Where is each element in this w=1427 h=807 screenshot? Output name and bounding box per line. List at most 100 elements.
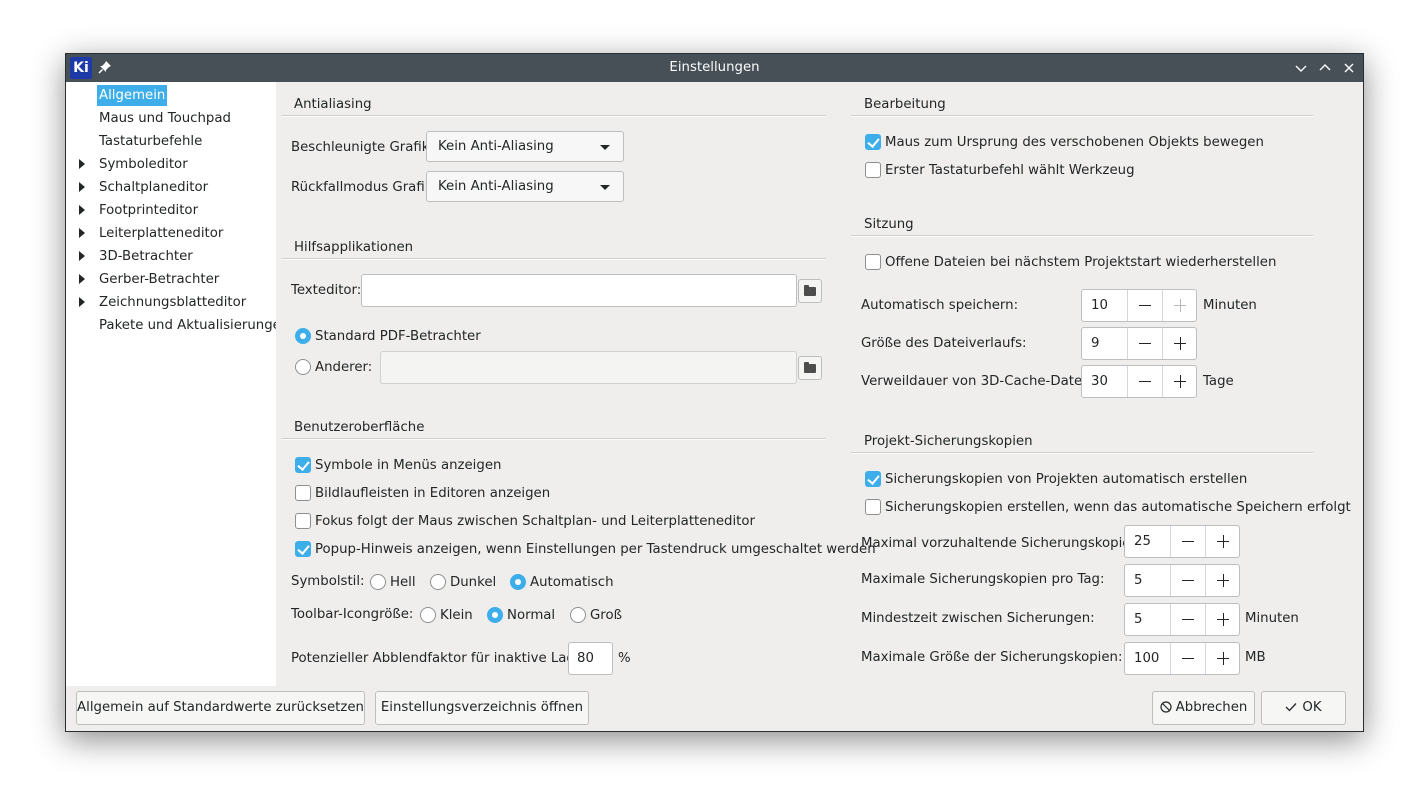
title-bar[interactable]: Ki Einstellungen xyxy=(66,54,1363,82)
tree-item-gerber-betrachter[interactable]: Gerber-Betrachter xyxy=(99,269,219,290)
expand-arrow-icon[interactable] xyxy=(79,228,85,238)
plus-icon[interactable] xyxy=(1205,526,1240,557)
max-backup-size-spinner[interactable]: 100 xyxy=(1124,642,1240,675)
session-section-title: Sitzung xyxy=(864,217,914,232)
icon-theme-light-radio[interactable] xyxy=(370,574,386,590)
max-backup-size-unit: MB xyxy=(1245,650,1266,665)
tree-item-schaltplaneditor[interactable]: Schaltplaneditor xyxy=(99,177,208,198)
plus-icon[interactable] xyxy=(1205,643,1240,674)
cancel-icon xyxy=(1160,701,1172,713)
minus-icon[interactable] xyxy=(1127,366,1162,397)
open-settings-dir-button[interactable]: Einstellungsverzeichnis öffnen xyxy=(375,691,589,725)
icon-theme-auto-radio[interactable] xyxy=(510,574,526,590)
tree-item-allgemein[interactable]: Allgemein xyxy=(97,85,168,106)
show-scrollbars-checkbox[interactable] xyxy=(295,485,311,501)
cancel-button[interactable]: Abbrechen xyxy=(1152,691,1255,725)
tree-item-maus-und-touchpad[interactable]: Maus und Touchpad xyxy=(99,108,231,129)
expand-arrow-icon[interactable] xyxy=(79,182,85,192)
tree-item-footprinteditor[interactable]: Footprinteditor xyxy=(99,200,198,221)
section-divider xyxy=(851,115,1313,117)
expand-arrow-icon[interactable] xyxy=(79,297,85,307)
icon-theme-light-label[interactable]: Hell xyxy=(390,575,416,590)
minus-icon[interactable] xyxy=(1170,526,1205,557)
plus-icon[interactable] xyxy=(1162,328,1197,359)
tree-item-leiterplatteneditor[interactable]: Leiterplatteneditor xyxy=(99,223,223,244)
chevron-down-icon xyxy=(600,185,610,190)
browse-pdf-viewer-button[interactable] xyxy=(798,356,822,380)
toolbar-size-small-label[interactable]: Klein xyxy=(440,608,473,623)
autosave-spinner[interactable]: 10 xyxy=(1081,289,1197,322)
max-backups-value: 25 xyxy=(1134,534,1151,549)
show-menu-icons-label[interactable]: Symbole in Menüs anzeigen xyxy=(315,458,501,473)
minus-icon[interactable] xyxy=(1170,643,1205,674)
pdf-default-label[interactable]: Standard PDF-Betrachter xyxy=(315,329,481,344)
auto-backup-label[interactable]: Sicherungskopien von Projekten automatis… xyxy=(885,472,1247,487)
expand-arrow-icon[interactable] xyxy=(79,274,85,284)
hotkey-feedback-label[interactable]: Popup-Hinweis anzeigen, wenn Einstellung… xyxy=(315,542,876,557)
toolbar-size-large-radio[interactable] xyxy=(570,607,586,623)
accelerated-graphics-value: Kein Anti-Aliasing xyxy=(438,139,554,154)
focus-follows-mouse-checkbox[interactable] xyxy=(295,513,311,529)
backups-per-day-spinner[interactable]: 5 xyxy=(1124,564,1240,597)
dimming-factor-input[interactable]: 80 xyxy=(568,642,613,675)
3d-cache-spinner[interactable]: 30 xyxy=(1081,365,1197,398)
show-scrollbars-label[interactable]: Bildlaufleisten in Editoren anzeigen xyxy=(315,486,550,501)
toolbar-size-normal-label[interactable]: Normal xyxy=(507,608,555,623)
chevron-down-icon xyxy=(600,145,610,150)
warp-mouse-label[interactable]: Maus zum Ursprung des verschobenen Objek… xyxy=(885,135,1264,150)
first-hotkey-checkbox[interactable] xyxy=(865,162,881,178)
tree-item-3d-betrachter[interactable]: 3D-Betrachter xyxy=(99,246,193,267)
plus-icon[interactable] xyxy=(1162,366,1197,397)
pdf-other-label[interactable]: Anderer: xyxy=(315,360,372,375)
backup-on-autosave-label[interactable]: Sicherungskopien erstellen, wenn das aut… xyxy=(885,500,1351,515)
folder-icon xyxy=(804,285,816,296)
expand-arrow-icon[interactable] xyxy=(79,205,85,215)
text-editor-input[interactable] xyxy=(361,274,797,307)
warp-mouse-checkbox[interactable] xyxy=(865,134,881,150)
reopen-files-label[interactable]: Offene Dateien bei nächstem Projektstart… xyxy=(885,255,1276,270)
expand-arrow-icon[interactable] xyxy=(79,251,85,261)
section-divider xyxy=(851,452,1313,454)
icon-theme-dark-label[interactable]: Dunkel xyxy=(450,575,496,590)
maximize-icon[interactable] xyxy=(1317,60,1333,76)
icon-theme-auto-label[interactable]: Automatisch xyxy=(530,575,614,590)
show-menu-icons-checkbox[interactable] xyxy=(295,457,311,473)
icon-theme-dark-radio[interactable] xyxy=(430,574,446,590)
tree-item-pakete[interactable]: Pakete und Aktualisierungen xyxy=(99,315,289,336)
min-interval-spinner[interactable]: 5 xyxy=(1124,603,1240,636)
toolbar-size-small-radio[interactable] xyxy=(420,607,436,623)
max-backups-spinner[interactable]: 25 xyxy=(1124,525,1240,558)
auto-backup-checkbox[interactable] xyxy=(865,471,881,487)
first-hotkey-label[interactable]: Erster Tastaturbefehl wählt Werkzeug xyxy=(885,163,1135,178)
plus-icon[interactable] xyxy=(1205,604,1240,635)
file-history-spinner[interactable]: 9 xyxy=(1081,327,1197,360)
pdf-default-radio[interactable] xyxy=(295,328,311,344)
ok-button[interactable]: OK xyxy=(1261,691,1346,725)
expand-arrow-icon[interactable] xyxy=(79,159,85,169)
backup-on-autosave-checkbox[interactable] xyxy=(865,499,881,515)
fallback-graphics-select[interactable]: Kein Anti-Aliasing xyxy=(426,171,624,202)
minus-icon[interactable] xyxy=(1127,290,1162,321)
accelerated-graphics-select[interactable]: Kein Anti-Aliasing xyxy=(426,131,624,162)
toolbar-size-normal-radio[interactable] xyxy=(487,607,503,623)
reopen-files-checkbox[interactable] xyxy=(865,254,881,270)
settings-tree: Allgemein Maus und Touchpad Tastaturbefe… xyxy=(66,82,289,686)
minus-icon[interactable] xyxy=(1170,565,1205,596)
plus-icon[interactable] xyxy=(1205,565,1240,596)
reset-defaults-button[interactable]: Allgemein auf Standardwerte zurücksetzen xyxy=(76,691,365,725)
pdf-other-radio[interactable] xyxy=(295,359,311,375)
browse-text-editor-button[interactable] xyxy=(798,279,822,303)
minus-icon[interactable] xyxy=(1170,604,1205,635)
pdf-viewer-input[interactable] xyxy=(380,351,797,384)
toolbar-size-large-label[interactable]: Groß xyxy=(590,608,622,623)
dimming-factor-label: Potenzieller Abblendfaktor für inaktive … xyxy=(291,651,596,666)
focus-follows-mouse-label[interactable]: Fokus folgt der Maus zwischen Schaltplan… xyxy=(315,514,755,529)
close-icon[interactable] xyxy=(1341,60,1357,76)
tree-item-zeichnungsblatteditor[interactable]: Zeichnungsblatteditor xyxy=(99,292,246,313)
plus-icon[interactable] xyxy=(1162,290,1197,321)
tree-item-tastaturbefehle[interactable]: Tastaturbefehle xyxy=(99,131,202,152)
hotkey-feedback-checkbox[interactable] xyxy=(295,541,311,557)
minus-icon[interactable] xyxy=(1127,328,1162,359)
minimize-icon[interactable] xyxy=(1293,60,1309,76)
tree-item-symboleditor[interactable]: Symboleditor xyxy=(99,154,188,175)
